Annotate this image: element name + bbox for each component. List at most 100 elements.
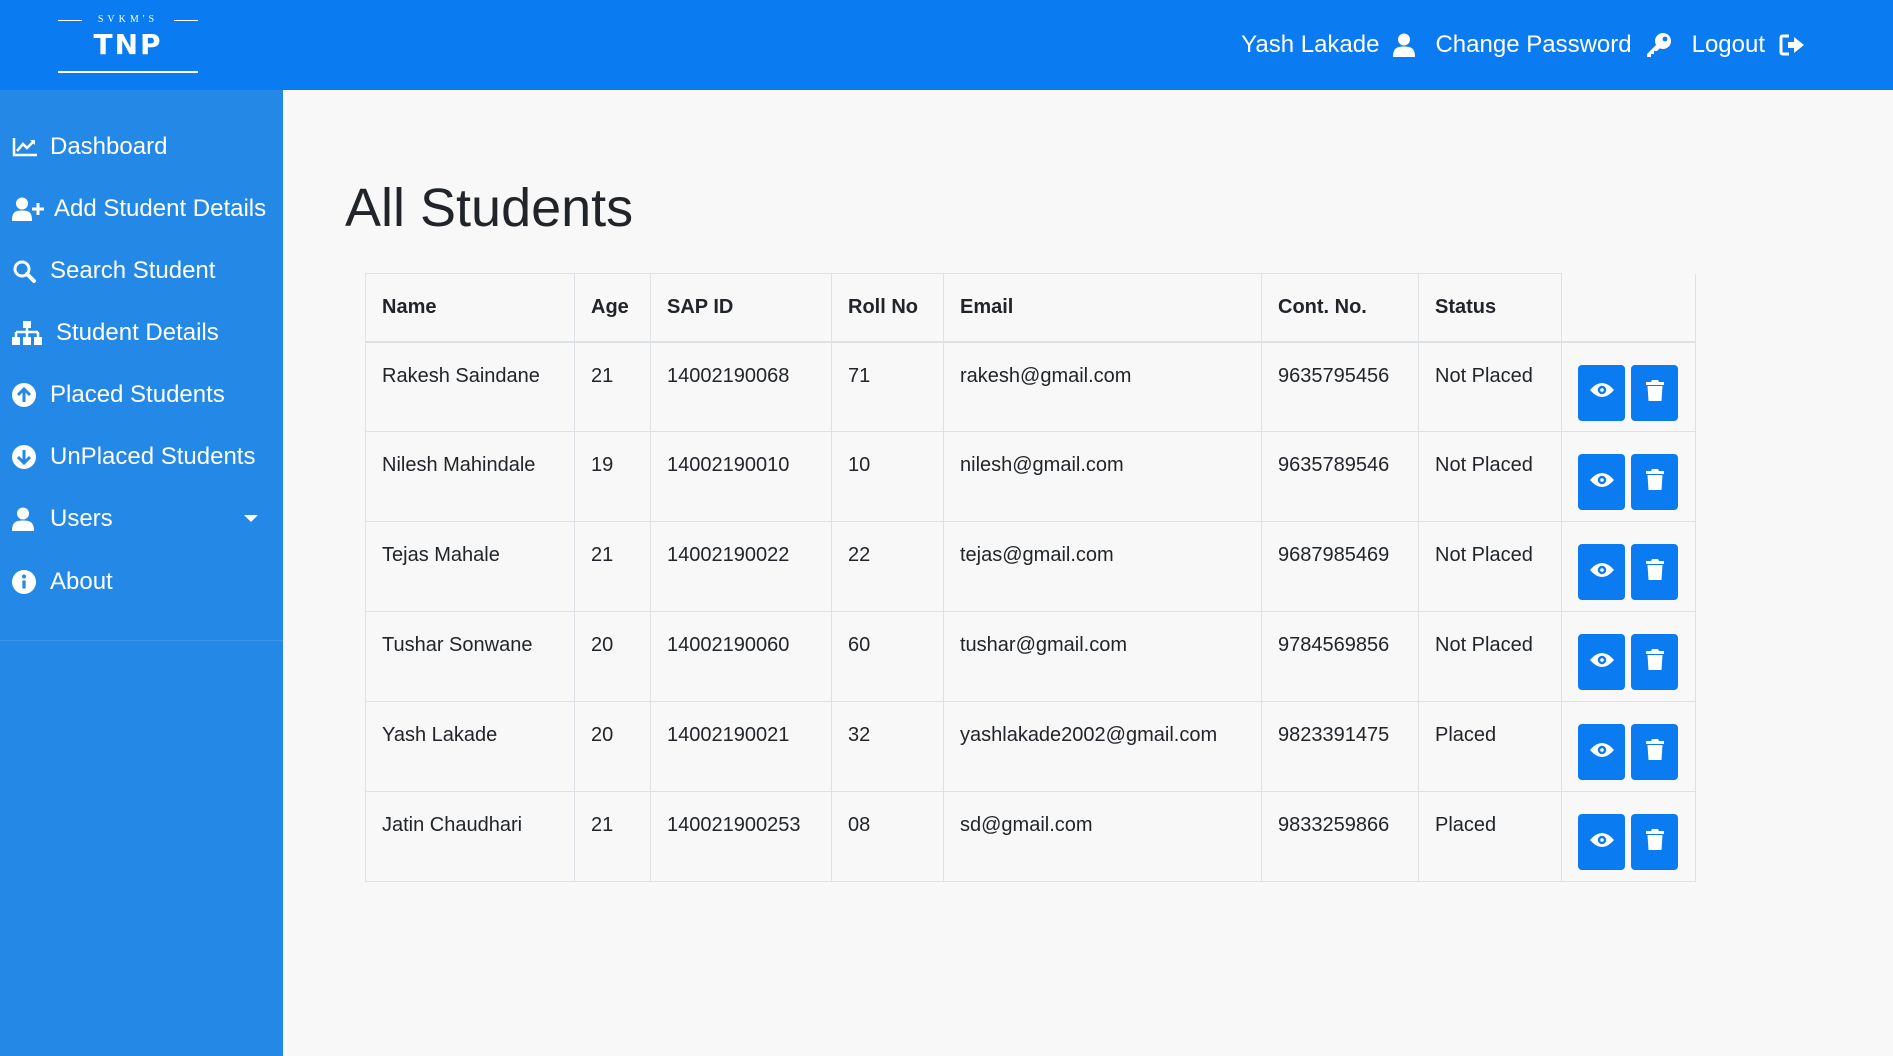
cell-email: tushar@gmail.com xyxy=(943,611,1262,702)
user-name: Yash Lakade xyxy=(1241,31,1380,58)
cell-status: Placed xyxy=(1418,791,1562,882)
user-profile-link[interactable]: Yash Lakade xyxy=(1241,31,1416,59)
delete-button[interactable] xyxy=(1631,364,1678,421)
column-header-status: Status xyxy=(1418,273,1562,343)
trash-icon xyxy=(1645,468,1664,496)
column-header-age: Age xyxy=(574,273,651,343)
cell-contact: 9833259866 xyxy=(1261,791,1419,882)
cell-status: Not Placed xyxy=(1418,431,1562,522)
view-button[interactable] xyxy=(1578,724,1625,780)
logo-rule-left xyxy=(58,20,82,21)
key-icon xyxy=(1646,32,1672,58)
sidebar: Dashboard Add Student Details Search Stu… xyxy=(0,90,283,1056)
cell-contact: 9687985469 xyxy=(1261,521,1419,612)
cell-status: Not Placed xyxy=(1418,611,1562,702)
eye-icon xyxy=(1589,561,1614,584)
table-body: Rakesh Saindane 21 14002190068 71 rakesh@gma… xyxy=(365,341,1696,882)
logo-underline xyxy=(58,71,198,73)
sidebar-item-placed-students[interactable]: Placed Students xyxy=(12,375,270,415)
trash-icon xyxy=(1645,738,1664,766)
cell-sap-id: 14002190021 xyxy=(650,701,832,792)
table-header-row: Name Age SAP ID Roll No Email Cont. No. … xyxy=(365,273,1696,343)
search-icon xyxy=(12,259,42,283)
user-icon xyxy=(1393,33,1416,57)
caret-down-icon xyxy=(244,515,258,522)
cell-contact: 9635789546 xyxy=(1261,431,1419,522)
trash-icon xyxy=(1645,379,1664,407)
cell-status: Not Placed xyxy=(1418,521,1562,612)
cell-status: Not Placed xyxy=(1418,341,1562,432)
sidebar-item-label: Student Details xyxy=(56,319,219,346)
cell-name: Nilesh Mahindale xyxy=(365,431,575,522)
logo-title: TNP xyxy=(93,28,163,61)
change-password-link[interactable]: Change Password xyxy=(1435,31,1671,59)
sidebar-item-student-details[interactable]: Student Details xyxy=(12,313,270,353)
delete-button[interactable] xyxy=(1631,544,1678,600)
delete-button[interactable] xyxy=(1631,634,1678,690)
cell-sap-id: 14002190022 xyxy=(650,521,832,612)
brand-logo[interactable]: SVKM'S TNP xyxy=(58,14,198,74)
logout-link[interactable]: Logout xyxy=(1692,31,1805,59)
column-header-actions xyxy=(1561,273,1696,343)
view-button[interactable] xyxy=(1578,634,1625,690)
cell-actions xyxy=(1561,521,1696,612)
eye-icon xyxy=(1589,381,1614,404)
table-row: Yash Lakade 20 14002190021 32 yashlakade2002… xyxy=(365,701,1696,792)
table-row: Rakesh Saindane 21 14002190068 71 rakesh@gma… xyxy=(365,341,1696,432)
trash-icon xyxy=(1645,828,1664,856)
table-row: Jatin Chaudhari 21 140021900253 08 sd@gmail.… xyxy=(365,791,1696,882)
table-row: Nilesh Mahindale 19 14002190010 10 nilesh@gm… xyxy=(365,431,1696,522)
cell-roll-no: 08 xyxy=(831,791,944,882)
cell-sap-id: 14002190060 xyxy=(650,611,832,702)
cell-age: 19 xyxy=(574,431,651,522)
cell-email: yashlakade2002@gmail.com xyxy=(943,701,1262,792)
cell-email: rakesh@gmail.com xyxy=(943,341,1262,432)
sidebar-item-dashboard[interactable]: Dashboard xyxy=(12,127,270,167)
sitemap-icon xyxy=(12,321,48,345)
eye-icon xyxy=(1589,831,1614,854)
cell-email: nilesh@gmail.com xyxy=(943,431,1262,522)
cell-actions xyxy=(1561,701,1696,792)
eye-icon xyxy=(1589,741,1614,764)
logout-label: Logout xyxy=(1691,31,1765,58)
cell-name: Yash Lakade xyxy=(365,701,575,792)
view-button[interactable] xyxy=(1578,814,1625,870)
sidebar-item-label: Search Student xyxy=(50,257,216,284)
cell-name: Tejas Mahale xyxy=(365,521,575,612)
cell-contact: 9784569856 xyxy=(1261,611,1419,702)
sidebar-item-users[interactable]: Users xyxy=(12,499,270,539)
sidebar-item-add-student[interactable]: Add Student Details xyxy=(12,189,270,229)
sidebar-divider xyxy=(0,640,283,641)
cell-status: Placed xyxy=(1418,701,1562,792)
sign-out-icon xyxy=(1779,34,1805,56)
sidebar-item-about[interactable]: About xyxy=(12,562,270,602)
cell-actions xyxy=(1561,791,1696,882)
view-button[interactable] xyxy=(1578,454,1625,510)
sidebar-item-unplaced-students[interactable]: UnPlaced Students xyxy=(12,437,270,477)
chart-line-icon xyxy=(12,137,42,157)
delete-button[interactable] xyxy=(1631,724,1678,780)
page-title: All Students xyxy=(345,178,634,238)
sidebar-item-label: About xyxy=(50,568,113,595)
sidebar-item-search-student[interactable]: Search Student xyxy=(12,251,270,291)
cell-roll-no: 32 xyxy=(831,701,944,792)
cell-sap-id: 140021900253 xyxy=(650,791,832,882)
delete-button[interactable] xyxy=(1631,814,1678,870)
column-header-roll-no: Roll No xyxy=(831,273,944,343)
view-button[interactable] xyxy=(1578,544,1625,600)
table-row: Tushar Sonwane 20 14002190060 60 tushar@gmai… xyxy=(365,611,1696,702)
cell-actions xyxy=(1561,341,1696,432)
delete-button[interactable] xyxy=(1631,454,1678,510)
cell-sap-id: 14002190068 xyxy=(650,341,832,432)
cell-name: Jatin Chaudhari xyxy=(365,791,575,882)
cell-email: tejas@gmail.com xyxy=(943,521,1262,612)
info-circle-icon xyxy=(12,570,42,594)
eye-icon xyxy=(1589,471,1614,494)
cell-name: Rakesh Saindane xyxy=(365,341,575,432)
table-row: Tejas Mahale 21 14002190022 22 tejas@gmail.c… xyxy=(365,521,1696,612)
column-header-sap-id: SAP ID xyxy=(650,273,832,343)
cell-contact: 9823391475 xyxy=(1261,701,1419,792)
sidebar-item-label: Users xyxy=(50,505,113,532)
view-button[interactable] xyxy=(1578,364,1625,421)
trash-icon xyxy=(1645,648,1664,676)
